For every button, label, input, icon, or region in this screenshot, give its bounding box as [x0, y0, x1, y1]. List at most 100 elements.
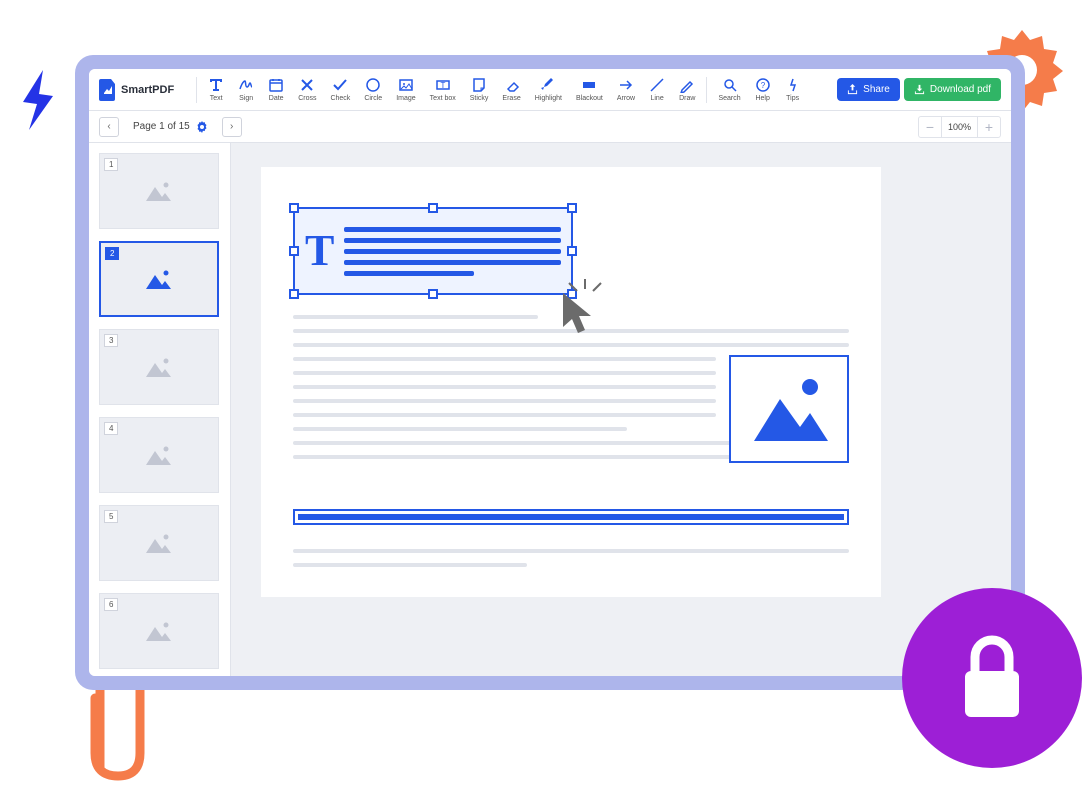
thumbnail-number: 4: [104, 422, 118, 435]
search-icon: [722, 77, 738, 93]
thumbnail-number: 1: [104, 158, 118, 171]
tool-highlight[interactable]: Highlight: [528, 75, 569, 104]
blackout-icon: [581, 77, 597, 93]
tool-blackout[interactable]: Blackout: [569, 75, 610, 104]
tool-arrow[interactable]: Arrow: [610, 75, 642, 104]
tool-search[interactable]: Search: [711, 75, 747, 104]
thumbnail-5[interactable]: 5: [99, 505, 219, 581]
svg-text:?: ?: [760, 81, 765, 90]
tool-erase[interactable]: Erase: [495, 75, 527, 104]
selected-textbox[interactable]: T: [293, 207, 573, 295]
app-logo[interactable]: SmartPDF: [99, 79, 174, 101]
logo-text: SmartPDF: [121, 84, 174, 96]
tool-check[interactable]: Check: [323, 75, 357, 104]
check-icon: [332, 77, 348, 93]
image-icon: [398, 77, 414, 93]
main-area: 1 2 3 4 5 6 T: [89, 143, 1011, 676]
text-icon: T: [305, 229, 334, 273]
logo-icon: [99, 79, 117, 101]
thumbnail-icon: [144, 179, 174, 203]
resize-handle-bl[interactable]: [289, 289, 299, 299]
settings-icon[interactable]: [196, 121, 208, 133]
thumbnail-icon: [144, 531, 174, 555]
line-icon: [649, 77, 665, 93]
textbox-icon: T: [435, 77, 451, 93]
bolt-decoration: [15, 70, 65, 130]
thumbnail-number: 2: [105, 247, 119, 260]
text-icon: [208, 77, 224, 93]
divider: [706, 77, 707, 103]
selected-line[interactable]: [293, 509, 849, 525]
resize-handle-bm[interactable]: [428, 289, 438, 299]
tool-group-edit: TextSignDateCrossCheckCircleImageTText b…: [201, 75, 702, 104]
help-icon: ?: [755, 77, 771, 93]
date-icon: [268, 77, 284, 93]
sign-icon: [238, 77, 254, 93]
arrow-icon: [618, 77, 634, 93]
circle-icon: [365, 77, 381, 93]
canvas[interactable]: T: [231, 143, 1011, 676]
tool-line[interactable]: Line: [642, 75, 672, 104]
tool-textbox[interactable]: TText box: [423, 75, 463, 104]
tool-circle[interactable]: Circle: [357, 75, 389, 104]
lock-badge: [902, 588, 1082, 768]
next-page-button[interactable]: ›: [222, 117, 242, 137]
share-button[interactable]: Share: [837, 78, 900, 101]
app-window: SmartPDF TextSignDateCrossCheckCircleIma…: [75, 55, 1025, 690]
resize-handle-tl[interactable]: [289, 203, 299, 213]
document-page[interactable]: T: [261, 167, 881, 597]
tool-tips[interactable]: Tips: [778, 75, 808, 104]
draw-icon: [679, 77, 695, 93]
tool-date[interactable]: Date: [261, 75, 291, 104]
image-icon: [744, 369, 834, 449]
tool-cross[interactable]: Cross: [291, 75, 323, 104]
thumbnail-3[interactable]: 3: [99, 329, 219, 405]
thumbnail-number: 3: [104, 334, 118, 347]
resize-handle-tm[interactable]: [428, 203, 438, 213]
prev-page-button[interactable]: ‹: [99, 117, 119, 137]
thumbnail-2[interactable]: 2: [99, 241, 219, 317]
zoom-control: − 100% +: [918, 116, 1001, 138]
toolbar: SmartPDF TextSignDateCrossCheckCircleIma…: [89, 69, 1011, 111]
resize-handle-tr[interactable]: [567, 203, 577, 213]
cross-icon: [299, 77, 315, 93]
page-indicator: Page 1 of 15: [133, 121, 208, 133]
sub-toolbar: ‹ Page 1 of 15 › − 100% +: [89, 111, 1011, 143]
tool-group-utility: Search?HelpTips: [711, 75, 807, 104]
download-icon: [914, 84, 925, 95]
thumbnail-number: 5: [104, 510, 118, 523]
tips-icon: [785, 77, 801, 93]
zoom-in-button[interactable]: +: [978, 117, 1000, 137]
resize-handle-ml[interactable]: [289, 246, 299, 256]
sticky-icon: [471, 77, 487, 93]
zoom-out-button[interactable]: −: [919, 117, 941, 137]
zoom-value: 100%: [941, 117, 978, 137]
tool-help[interactable]: ?Help: [748, 75, 778, 104]
thumbnail-number: 6: [104, 598, 118, 611]
erase-icon: [504, 77, 520, 93]
thumbnail-icon: [144, 267, 174, 291]
thumbnail-4[interactable]: 4: [99, 417, 219, 493]
share-icon: [847, 84, 858, 95]
tool-sign[interactable]: Sign: [231, 75, 261, 104]
tool-image[interactable]: Image: [389, 75, 422, 104]
highlight-icon: [540, 77, 556, 93]
thumbnail-icon: [144, 355, 174, 379]
resize-handle-mr[interactable]: [567, 246, 577, 256]
cursor-icon: [561, 291, 601, 339]
tool-text[interactable]: Text: [201, 75, 231, 104]
divider: [196, 77, 197, 103]
thumbnail-icon: [144, 619, 174, 643]
tool-draw[interactable]: Draw: [672, 75, 702, 104]
tool-sticky[interactable]: Sticky: [463, 75, 496, 104]
footer-text: [293, 549, 849, 567]
thumbnail-6[interactable]: 6: [99, 593, 219, 669]
lock-icon: [957, 633, 1027, 723]
thumbnail-1[interactable]: 1: [99, 153, 219, 229]
image-placeholder[interactable]: [729, 355, 849, 463]
thumbnail-icon: [144, 443, 174, 467]
download-button[interactable]: Download pdf: [904, 78, 1001, 101]
svg-text:T: T: [440, 81, 445, 90]
app-inner: SmartPDF TextSignDateCrossCheckCircleIma…: [89, 69, 1011, 676]
thumbnail-sidebar: 1 2 3 4 5 6: [89, 143, 231, 676]
